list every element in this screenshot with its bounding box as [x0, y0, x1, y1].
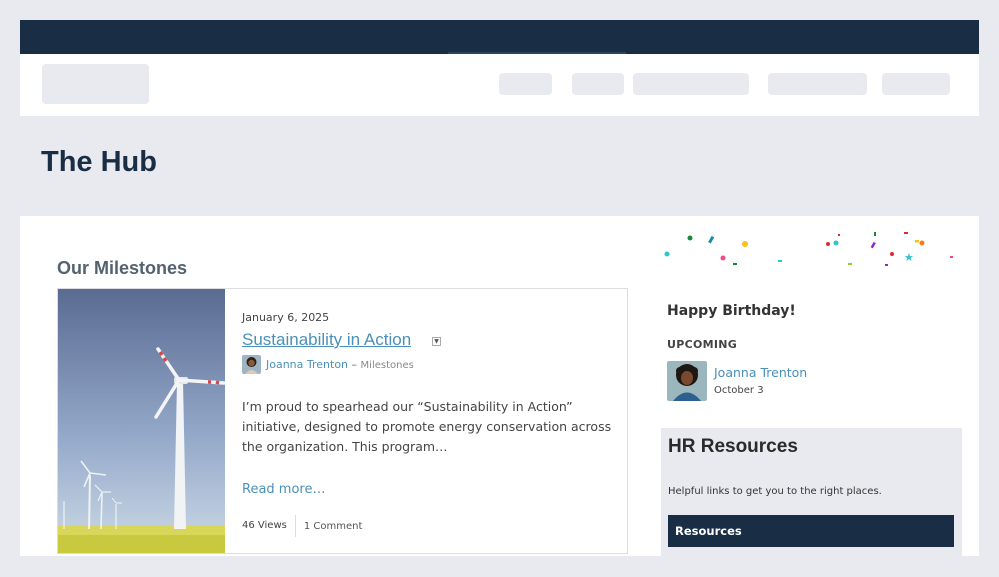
logo-placeholder[interactable]: [42, 64, 149, 104]
nav-item-placeholder-1[interactable]: [499, 73, 552, 95]
hr-resources-subtitle: Helpful links to get you to the right pl…: [668, 486, 882, 497]
post-title-link[interactable]: Sustainability in Action: [242, 330, 411, 350]
post-options-dropdown-icon[interactable]: ▼: [432, 337, 441, 346]
author-line: Joanna Trenton – Milestones: [266, 358, 414, 371]
nav-item-placeholder-4[interactable]: [768, 73, 867, 95]
nav-item-placeholder-2[interactable]: [572, 73, 624, 95]
main-content: Our Milestones January 6, 2025 Sustainab…: [20, 216, 979, 556]
nav-item-placeholder-3[interactable]: [633, 73, 749, 95]
author-name-link[interactable]: Joanna Trenton: [266, 358, 348, 371]
svg-text:★: ★: [904, 251, 914, 264]
comments-link[interactable]: 1 Comment: [296, 521, 363, 532]
wind-turbine-image[interactable]: [58, 289, 225, 553]
birthday-person-name-link[interactable]: Joanna Trenton: [714, 365, 807, 380]
nav-item-placeholder-5[interactable]: [882, 73, 950, 95]
confetti-decoration: ★: [664, 232, 953, 266]
views-count: 46 Views: [242, 515, 296, 537]
post-excerpt: I’m proud to spearhead our “Sustainabili…: [242, 399, 612, 454]
milestone-post-card: January 6, 2025 Sustainability in Action…: [57, 288, 628, 554]
birthday-person-date: October 3: [714, 385, 764, 396]
author-avatar[interactable]: [242, 355, 261, 374]
page-title: The Hub: [41, 146, 157, 178]
hr-resources-title: HR Resources: [668, 436, 798, 457]
upcoming-label: UPCOMING: [667, 338, 738, 351]
top-bar: [20, 20, 979, 54]
milestones-heading: Our Milestones: [57, 258, 188, 278]
hr-resources-panel: HR Resources Helpful links to get you to…: [661, 428, 962, 556]
birthday-widget: ★ Happy Birthday! UPCOMING Joanna Trento…: [660, 230, 962, 420]
resources-button[interactable]: Resources: [668, 515, 954, 547]
post-content: January 6, 2025 Sustainability in Action…: [242, 289, 622, 553]
birthday-person-avatar[interactable]: [667, 361, 707, 401]
main-nav: [20, 54, 979, 116]
birthday-title: Happy Birthday!: [667, 303, 796, 319]
author-separator: –: [351, 358, 358, 371]
post-stats: 46 Views 1 Comment: [242, 515, 362, 537]
post-category-link[interactable]: Milestones: [361, 360, 414, 371]
read-more-link[interactable]: Read more…: [242, 482, 325, 497]
post-date: January 6, 2025: [242, 311, 330, 324]
